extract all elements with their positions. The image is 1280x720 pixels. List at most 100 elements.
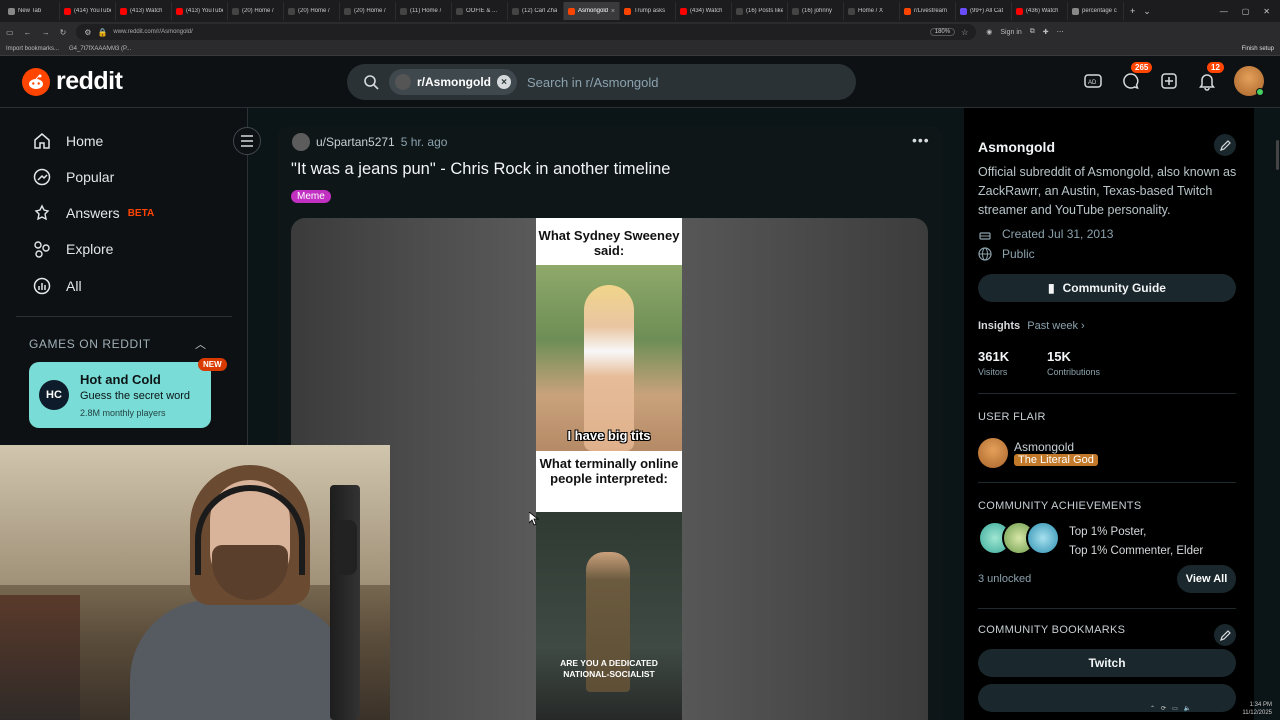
browser-tab[interactable]: r/Livestream: [900, 2, 956, 20]
community-guide-button[interactable]: ▮ Community Guide: [978, 274, 1236, 302]
new-badge: NEW: [198, 358, 227, 371]
tray-chevron-icon[interactable]: ⌃: [1150, 705, 1155, 712]
browser-tab[interactable]: (16) johnny: [788, 2, 844, 20]
browser-tab[interactable]: New Tab: [4, 2, 60, 20]
cake-icon: [979, 232, 991, 240]
reddit-logo[interactable]: reddit: [22, 67, 123, 96]
browser-tab[interactable]: OOFIE & ...: [452, 2, 508, 20]
twitch-bookmark-button[interactable]: Twitch: [978, 649, 1236, 677]
browser-tab[interactable]: percentage c: [1068, 2, 1124, 20]
finish-setup-button[interactable]: Finish setup: [1242, 46, 1274, 52]
browser-tab[interactable]: (413) Watch: [116, 2, 172, 20]
sidebar-toggle-icon[interactable]: ▭: [6, 28, 14, 37]
clock[interactable]: 1:34 PM 11/12/2025: [1242, 701, 1280, 717]
post-title[interactable]: "It was a jeans pun" - Chris Rock in ano…: [291, 160, 670, 179]
reload-icon[interactable]: ↻: [60, 28, 67, 37]
tab-label: Trump asks: [634, 8, 666, 14]
post-author[interactable]: u/Spartan5271: [316, 135, 395, 149]
nav-collapse-button[interactable]: [233, 127, 261, 155]
browser-tab[interactable]: (11) Home /: [396, 2, 452, 20]
sidebar-item-label: Answers: [66, 205, 120, 221]
browser-tab[interactable]: (434) Watch: [676, 2, 732, 20]
tab-label: (413) YouTube: [186, 8, 223, 14]
notifications-button[interactable]: 12: [1196, 62, 1224, 92]
sign-in-link[interactable]: Sign in: [1000, 29, 1021, 36]
zoom-badge[interactable]: 180%: [929, 28, 956, 36]
tab-label: (20) Home /: [298, 8, 330, 14]
sidebar-item-all[interactable]: All: [32, 276, 82, 296]
tab-favicon-icon: [1072, 7, 1079, 15]
create-post-button[interactable]: [1158, 70, 1180, 92]
browser-tab[interactable]: (436) Watch: [1012, 2, 1068, 20]
sidebar-item-popular[interactable]: Popular: [32, 167, 114, 187]
close-tab-icon[interactable]: ×: [611, 8, 615, 15]
page-scrollbar[interactable]: [1276, 140, 1279, 170]
collections-icon[interactable]: ⧉: [1030, 28, 1035, 36]
beta-tag: BETA: [127, 207, 155, 219]
game-card[interactable]: HC Hot and Cold Guess the secret word 2.…: [29, 362, 211, 428]
clear-chip-icon[interactable]: ×: [497, 75, 511, 89]
edit-community-button[interactable]: [1214, 134, 1236, 156]
browser-tab[interactable]: (99+) All Cat: [956, 2, 1012, 20]
post-flair[interactable]: Meme: [291, 190, 331, 203]
sidebar-item-label: All: [66, 278, 82, 294]
volume-icon[interactable]: 🔈: [1184, 705, 1191, 712]
browser-tab[interactable]: Trump asks: [620, 2, 676, 20]
author-avatar[interactable]: [292, 133, 310, 151]
maximize-icon[interactable]: ▢: [1242, 7, 1250, 16]
community-info-card: Asmongold Official subreddit of Asmongol…: [964, 108, 1254, 720]
display-icon[interactable]: ▭: [1172, 705, 1178, 712]
browser-tab[interactable]: Home / X: [844, 2, 900, 20]
meme-image: What Sydney Sweeney said: I have big tit…: [536, 218, 682, 720]
back-icon[interactable]: ←: [24, 28, 32, 37]
extensions-icon[interactable]: ✚: [1043, 28, 1049, 36]
menu-icon[interactable]: ⋯: [1057, 28, 1064, 36]
new-tab-icon[interactable]: +: [1130, 6, 1135, 16]
online-status-dot: [1256, 88, 1264, 96]
insights-header[interactable]: Insights Past week ›: [978, 320, 1085, 332]
more-options-icon[interactable]: •••: [912, 132, 930, 148]
flair-tag[interactable]: The Literal God: [1014, 454, 1098, 466]
stat-visitors: 361K Visitors: [978, 349, 1009, 377]
user-avatar[interactable]: [1234, 66, 1264, 96]
sidebar-item-answers[interactable]: Answers BETA: [32, 203, 154, 223]
url-field[interactable]: ⚙ 🔒 www.reddit.com/r/Asmongold/ 180% ☆: [76, 24, 977, 40]
clock-time: 1:34 PM: [1249, 701, 1272, 708]
browser-tab[interactable]: (12) Carl Zha: [508, 2, 564, 20]
browser-tab[interactable]: (20) Home /: [284, 2, 340, 20]
browser-tab[interactable]: (20) Home /: [340, 2, 396, 20]
bookmark-import[interactable]: Import bookmarks...: [6, 46, 59, 52]
bookmark-star-icon[interactable]: ☆: [961, 28, 968, 37]
site-info-icon[interactable]: ⚙: [84, 28, 91, 37]
network-icon[interactable]: ⟳: [1161, 705, 1166, 712]
achievement-badge-icon: [1026, 521, 1060, 555]
chevron-up-icon[interactable]: ︿: [195, 336, 206, 352]
profile-icon[interactable]: ◉: [986, 28, 992, 36]
sidebar-item-home[interactable]: Home: [32, 131, 103, 151]
subreddit-search-chip[interactable]: r/Asmongold ×: [389, 69, 517, 95]
stat-value: 361K: [978, 349, 1010, 364]
browser-tab[interactable]: (20) Home /: [228, 2, 284, 20]
flair-username[interactable]: Asmongold: [1014, 440, 1074, 454]
browser-tab[interactable]: (414) YouTube: [60, 2, 116, 20]
browser-tab[interactable]: (413) YouTube: [172, 2, 228, 20]
chat-button[interactable]: 265: [1120, 62, 1153, 92]
minimize-icon[interactable]: —: [1220, 7, 1228, 16]
achievements-list: Top 1% Poster, Top 1% Commenter, Elder: [1069, 523, 1203, 561]
search-input[interactable]: Search in r/Asmongold: [527, 75, 659, 90]
games-section-header[interactable]: GAMES ON REDDIT: [29, 337, 151, 351]
achievement-icons[interactable]: [978, 521, 1060, 557]
edit-bookmarks-button[interactable]: [1214, 624, 1236, 646]
close-window-icon[interactable]: ✕: [1263, 7, 1270, 16]
browser-address-bar: ▭ ← → ↻ ⚙ 🔒 www.reddit.com/r/Asmongold/ …: [0, 22, 1280, 42]
sidebar-item-explore[interactable]: Explore: [32, 239, 113, 259]
forward-icon[interactable]: →: [42, 28, 50, 37]
browser-tab[interactable]: (16) Posts like: [732, 2, 788, 20]
search-bar[interactable]: r/Asmongold × Search in r/Asmongold: [347, 64, 856, 100]
bookmark-item[interactable]: G4_7t7fXAAAfvM3 (P...: [69, 46, 131, 52]
advertise-button[interactable]: AD: [1082, 70, 1104, 92]
tab-search-icon[interactable]: ⌄: [1143, 6, 1151, 17]
browser-tab[interactable]: Asmongold ×: [564, 2, 620, 20]
bell-icon: [1199, 74, 1215, 91]
view-all-button[interactable]: View All: [1177, 565, 1236, 593]
